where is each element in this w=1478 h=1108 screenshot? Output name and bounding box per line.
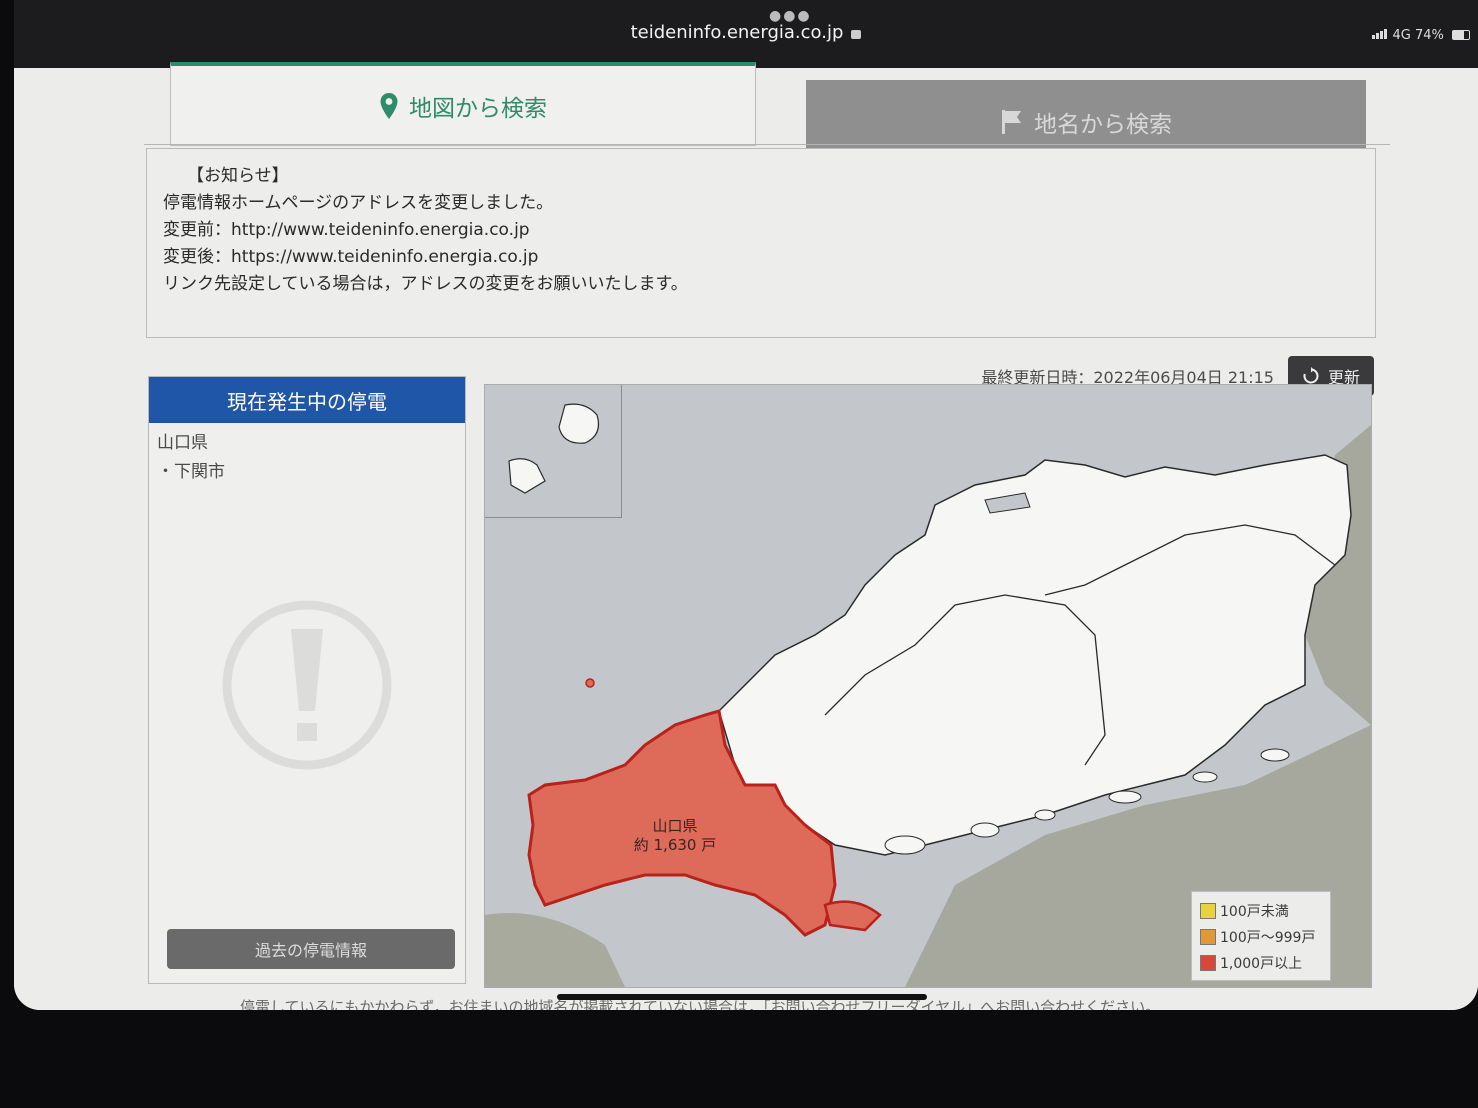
legend-label: 100戸未満 — [1220, 904, 1289, 920]
url-text: teideninfo.energia.co.jp — [630, 22, 844, 43]
battery-percent: 74% — [1414, 28, 1444, 43]
past-outages-button[interactable]: 過去の停電情報 — [167, 929, 455, 969]
system-status: 4G 74% — [1372, 28, 1470, 43]
tab-divider — [144, 144, 1390, 145]
legend-label: 1,000戸以上 — [1220, 956, 1303, 972]
legend-row: 100戸未満 — [1200, 898, 1322, 924]
network-type: 4G — [1392, 28, 1411, 43]
map-pin-icon — [380, 92, 398, 119]
signal-icon — [1372, 28, 1388, 43]
legend-row: 100戸〜999戸 — [1200, 924, 1322, 950]
map-legend: 100戸未満 100戸〜999戸 1,000戸以上 — [1191, 891, 1331, 981]
map-region-name: 山口県 — [652, 817, 698, 835]
tab-map-search[interactable]: 地図から検索 — [170, 62, 756, 146]
lock-icon — [851, 30, 862, 39]
legend-swatch-orange — [1200, 929, 1216, 945]
island-marker — [585, 678, 595, 688]
flag-icon — [1002, 110, 1021, 134]
page-content: 地図から検索 地名から検索 【お知らせ】 停電情報ホームページのアドレスを変更し… — [14, 62, 1478, 1010]
legend-swatch-yellow — [1200, 903, 1216, 919]
outage-prefecture[interactable]: 山口県 — [157, 429, 457, 458]
browser-status-bar: ●●● teideninfo.energia.co.jp 4G 74% — [14, 0, 1478, 68]
notice-line: 停電情報ホームページのアドレスを変更しました。 — [163, 193, 554, 213]
outage-panel: 現在発生中の停電 山口県 ・下関市 過去の停電情報 — [148, 376, 466, 984]
address-bar[interactable]: teideninfo.energia.co.jp — [14, 22, 1478, 43]
map-region-label: 山口県 約 1,630 戸 — [615, 817, 735, 855]
battery-icon — [1452, 30, 1470, 40]
map-outage-count: 約 1,630 戸 — [633, 836, 717, 854]
notice-title: 【お知らせ】 — [187, 166, 289, 186]
legend-row: 1,000戸以上 — [1200, 950, 1322, 976]
outage-map[interactable]: 山口県 約 1,630 戸 100戸未満 100戸〜999戸 1,000戸以上 — [484, 384, 1372, 988]
oki-islands-inset — [485, 385, 622, 518]
outage-panel-title: 現在発生中の停電 — [149, 377, 465, 423]
refresh-icon — [1303, 367, 1319, 384]
legend-label: 100戸〜999戸 — [1220, 930, 1316, 946]
notice-line: 変更後：https://www.teideninfo.energia.co.jp — [163, 247, 539, 267]
outage-city[interactable]: ・下関市 — [157, 458, 457, 487]
ipad-screen: ●●● teideninfo.energia.co.jp 4G 74% 地図から… — [14, 0, 1478, 1010]
legend-swatch-red — [1200, 955, 1216, 971]
warning-icon — [222, 600, 392, 770]
notice-line: 変更前：http://www.teideninfo.energia.co.jp — [163, 220, 530, 240]
notice-line: リンク先設定している場合は，アドレスの変更をお願いいたします。 — [163, 274, 688, 294]
tab-map-label: 地図から検索 — [409, 95, 547, 122]
outage-list: 山口県 ・下関市 — [149, 423, 465, 493]
notice-box: 【お知らせ】 停電情報ホームページのアドレスを変更しました。 変更前：http:… — [146, 148, 1376, 338]
tab-place-label: 地名から検索 — [1034, 112, 1172, 138]
home-indicator[interactable] — [557, 994, 927, 1000]
